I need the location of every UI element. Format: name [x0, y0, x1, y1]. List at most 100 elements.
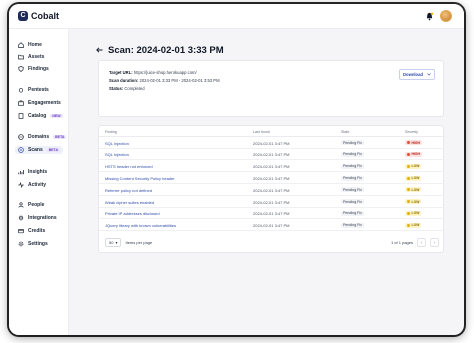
status-value: Completed: [124, 86, 145, 91]
main-content: Scan: 2024-02-01 3:33 PM Target URL: htt…: [70, 29, 464, 335]
download-button[interactable]: Download: [399, 69, 435, 80]
sidebar-item-label: People: [28, 202, 45, 208]
finding-link[interactable]: JQuery library with known vulnerabilitie…: [105, 223, 176, 228]
severity-label: HIGH: [411, 140, 420, 145]
severity-label: LOW: [411, 187, 420, 192]
user-avatar[interactable]: [440, 10, 452, 22]
finding-link[interactable]: SQL Injection: [105, 141, 129, 146]
sidebar-item-home[interactable]: Home: [18, 41, 42, 49]
severity-dot-icon: [407, 176, 410, 180]
column-header-severity[interactable]: Severity: [405, 130, 418, 134]
table-row[interactable]: SQL Injection 2024-02-01 3:47 PM Pending F…: [99, 137, 445, 149]
severity-label: LOW: [411, 223, 420, 228]
sidebar-item-catalog[interactable]: Catalog NEW: [18, 112, 63, 120]
state-badge: Pending Fix: [341, 199, 364, 205]
chart-icon: [18, 169, 24, 175]
last-found-date: 2024-02-01 3:47 PM: [253, 175, 290, 181]
severity-label: LOW: [411, 199, 420, 204]
sidebar-item-label: Pentests: [28, 87, 49, 93]
scan-duration-line: Scan duration: 2024-02-01 3:33 PM - 2024…: [109, 78, 220, 83]
last-found-date: 2024-02-01 3:47 PM: [253, 164, 290, 170]
finding-link[interactable]: HSTS header not enforced: [105, 164, 153, 169]
severity-dot-icon: [407, 141, 410, 145]
sidebar: Home Assets Findings Pentests Engagement…: [9, 29, 69, 335]
table-row[interactable]: Referrer policy not defined 2024-02-01 3:…: [99, 184, 445, 196]
sidebar-item-integrations[interactable]: Integrations: [18, 214, 57, 222]
activity-icon: [18, 182, 24, 188]
chevron-left-icon: ‹: [420, 239, 423, 246]
table-row[interactable]: Missing Content Security Policy header 20…: [99, 172, 445, 184]
last-found-date: 2024-02-01 3:47 PM: [253, 152, 290, 158]
page-title: Scan: 2024-02-01 3:33 PM: [108, 45, 224, 56]
sidebar-item-label: Findings: [28, 66, 49, 72]
previous-page-button[interactable]: ‹: [417, 238, 426, 247]
pagination: 1 of 1 pages ‹ ›: [391, 238, 439, 247]
table-row[interactable]: JQuery library with known vulnerabilitie…: [99, 220, 445, 232]
severity-badge: HIGH: [405, 140, 422, 146]
sidebar-item-activity[interactable]: Activity: [18, 181, 46, 189]
notification-bell-icon[interactable]: [424, 11, 434, 21]
finding-link[interactable]: Private IP addresses disclosed: [105, 211, 160, 216]
finding-link[interactable]: Weak cipher suites enabled: [105, 200, 154, 205]
target-url-line: Target URL: https://juice-shop.herokuapp…: [109, 70, 197, 75]
sidebar-item-findings[interactable]: Findings: [18, 65, 49, 73]
last-found-date: 2024-02-01 3:47 PM: [253, 223, 290, 229]
sidebar-item-scans[interactable]: Scans BETA: [15, 146, 64, 154]
table-row[interactable]: HSTS header not enforced 2024-02-01 3:47 …: [99, 161, 445, 173]
sidebar-item-insights[interactable]: Insights: [18, 168, 47, 176]
table-row[interactable]: Private IP addresses disclosed 2024-02-01…: [99, 208, 445, 220]
table-row[interactable]: Weak cipher suites enabled 2024-02-01 3:4…: [99, 196, 445, 208]
sidebar-item-label: Credits: [28, 228, 46, 234]
sidebar-item-label: Assets: [28, 54, 45, 60]
sidebar-item-label: Engagements: [28, 100, 61, 106]
sidebar-item-credits[interactable]: Credits: [18, 227, 45, 235]
next-page-button[interactable]: ›: [430, 238, 439, 247]
findings-table: Finding Last found State Severity SQL In…: [98, 125, 445, 253]
finding-link[interactable]: SQL Injection: [105, 152, 129, 157]
sidebar-item-settings[interactable]: Settings: [18, 240, 48, 248]
finding-link[interactable]: Missing Content Security Policy header: [105, 176, 175, 181]
severity-badge: LOW: [405, 187, 422, 193]
gear-icon: [18, 241, 24, 247]
last-found-date: 2024-02-01 3:47 PM: [253, 211, 290, 217]
column-header-state[interactable]: State: [341, 130, 349, 134]
severity-label: HIGH: [411, 152, 420, 157]
scan-duration-value: 2024-02-01 3:33 PM - 2024-02-01 3:53 PM: [139, 78, 220, 83]
state-badge: Pending Fix: [341, 187, 364, 193]
status-line: Status: Completed: [109, 86, 145, 91]
severity-badge: LOW: [405, 163, 422, 169]
sidebar-item-people[interactable]: People: [18, 201, 44, 209]
severity-badge: LOW: [405, 222, 422, 228]
items-per-page-select[interactable]: 50 ▾: [105, 238, 122, 247]
back-arrow-icon[interactable]: [96, 45, 103, 56]
sidebar-item-label: Catalog: [28, 113, 47, 119]
sidebar-item-label: Home: [28, 42, 42, 48]
cobalt-logo[interactable]: C Cobalt: [18, 11, 59, 21]
state-badge: Pending Fix: [341, 163, 364, 169]
scan-info-card: Target URL: https://juice-shop.herokuapp…: [98, 60, 444, 117]
finding-link[interactable]: Referrer policy not defined: [105, 188, 152, 193]
sidebar-item-engagements[interactable]: Engagements: [18, 99, 61, 107]
sidebar-item-pentests[interactable]: Pentests: [18, 86, 49, 94]
sidebar-item-label: Scans: [28, 147, 43, 153]
state-badge: Pending Fix: [341, 175, 364, 181]
items-per-page-value: 50: [109, 240, 114, 245]
column-header-finding[interactable]: Finding: [105, 130, 117, 134]
brand-name: Cobalt: [31, 11, 59, 21]
sidebar-item-label: Insights: [28, 169, 48, 175]
sidebar-item-assets[interactable]: Assets: [18, 53, 44, 61]
items-per-page: 50 ▾ Items per page: [105, 238, 152, 247]
folder-icon: [18, 54, 24, 60]
app-window: C Cobalt Home Assets Findings Pentests E…: [9, 4, 464, 335]
status-label: Status:: [109, 86, 124, 91]
severity-label: LOW: [411, 164, 420, 169]
sidebar-item-domains[interactable]: Domains BETA: [18, 133, 67, 141]
severity-dot-icon: [407, 223, 410, 227]
table-header: Finding Last found State Severity: [99, 126, 445, 137]
top-bar: C Cobalt: [9, 4, 464, 29]
table-row[interactable]: SQL Injection 2024-02-01 3:47 PM Pending F…: [99, 149, 445, 161]
column-header-last-found[interactable]: Last found: [253, 130, 270, 134]
new-badge: NEW: [50, 114, 63, 118]
briefcase-icon: [18, 100, 24, 106]
last-found-date: 2024-02-01 3:47 PM: [253, 199, 290, 205]
